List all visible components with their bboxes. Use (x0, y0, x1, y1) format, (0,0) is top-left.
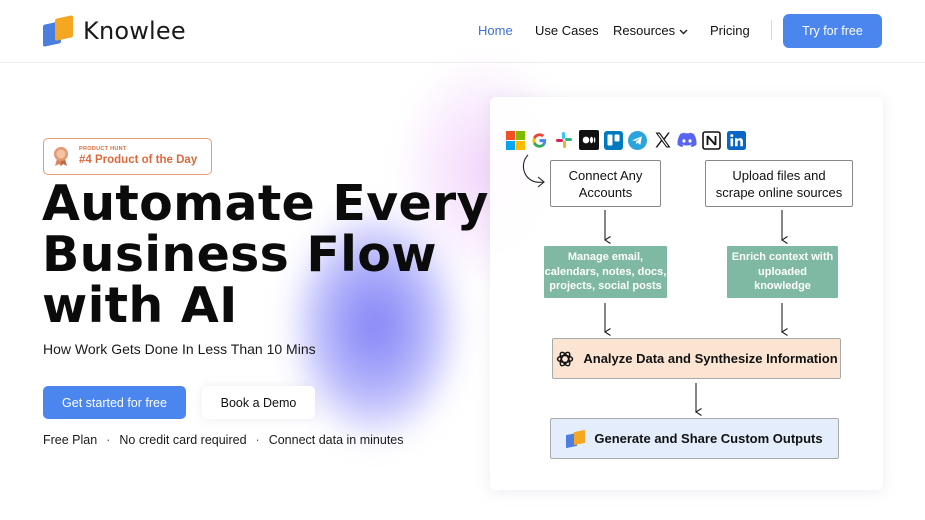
box-line: Accounts (578, 184, 633, 200)
generate-label: Generate and Share Custom Outputs (594, 431, 823, 446)
box-line: knowledge (754, 280, 811, 293)
analyze-data-box: Analyze Data and Synthesize Information (552, 338, 841, 379)
box-line: Upload files and (732, 167, 826, 183)
generate-outputs-box: Generate and Share Custom Outputs (550, 418, 839, 459)
box-line: Manage email, (567, 251, 644, 264)
box-line: Connect Any (568, 167, 643, 183)
knowlee-logo-icon (566, 429, 588, 448)
box-line: calendars, notes, docs, (544, 265, 667, 278)
manage-accounts-box: Manage email, calendars, notes, docs, proj… (544, 246, 667, 298)
box-line: Enrich context with (731, 251, 834, 264)
analyze-label: Analyze Data and Synthesize Information (583, 351, 838, 366)
openai-icon (557, 351, 574, 366)
box-line: scrape online sources (715, 184, 843, 200)
box-line: projects, social posts (549, 280, 662, 293)
connect-accounts-box: Connect Any Accounts (550, 160, 661, 207)
enrich-context-box: Enrich context with uploaded knowledge (727, 246, 838, 298)
upload-files-box: Upload files and scrape online sources (705, 160, 853, 207)
box-line: uploaded (758, 265, 807, 278)
